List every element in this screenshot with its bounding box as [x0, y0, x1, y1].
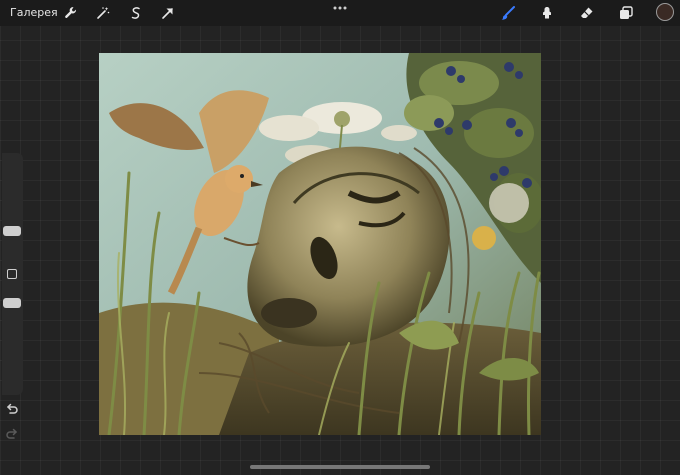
layers-icon[interactable] [616, 3, 636, 23]
gallery-button[interactable]: Галерея [10, 6, 58, 19]
brush-icon[interactable] [498, 3, 518, 23]
home-indicator [250, 465, 430, 469]
more-options-icon[interactable] [330, 3, 350, 13]
wrench-icon[interactable] [61, 3, 81, 23]
brush-size-slider[interactable] [3, 226, 21, 236]
artwork-painting [99, 53, 541, 435]
transform-arrow-icon[interactable] [158, 3, 178, 23]
redo-icon[interactable] [5, 428, 19, 440]
top-toolbar: Галерея [0, 0, 680, 26]
opacity-slider[interactable] [3, 298, 21, 308]
drawing-canvas[interactable] [99, 53, 541, 435]
eraser-icon[interactable] [577, 3, 597, 23]
undo-icon[interactable] [5, 403, 19, 415]
selection-icon[interactable] [126, 3, 146, 23]
color-picker-swatch[interactable] [656, 3, 674, 21]
smudge-icon[interactable] [537, 3, 557, 23]
modify-button[interactable] [7, 269, 17, 279]
magic-wand-icon[interactable] [93, 3, 113, 23]
